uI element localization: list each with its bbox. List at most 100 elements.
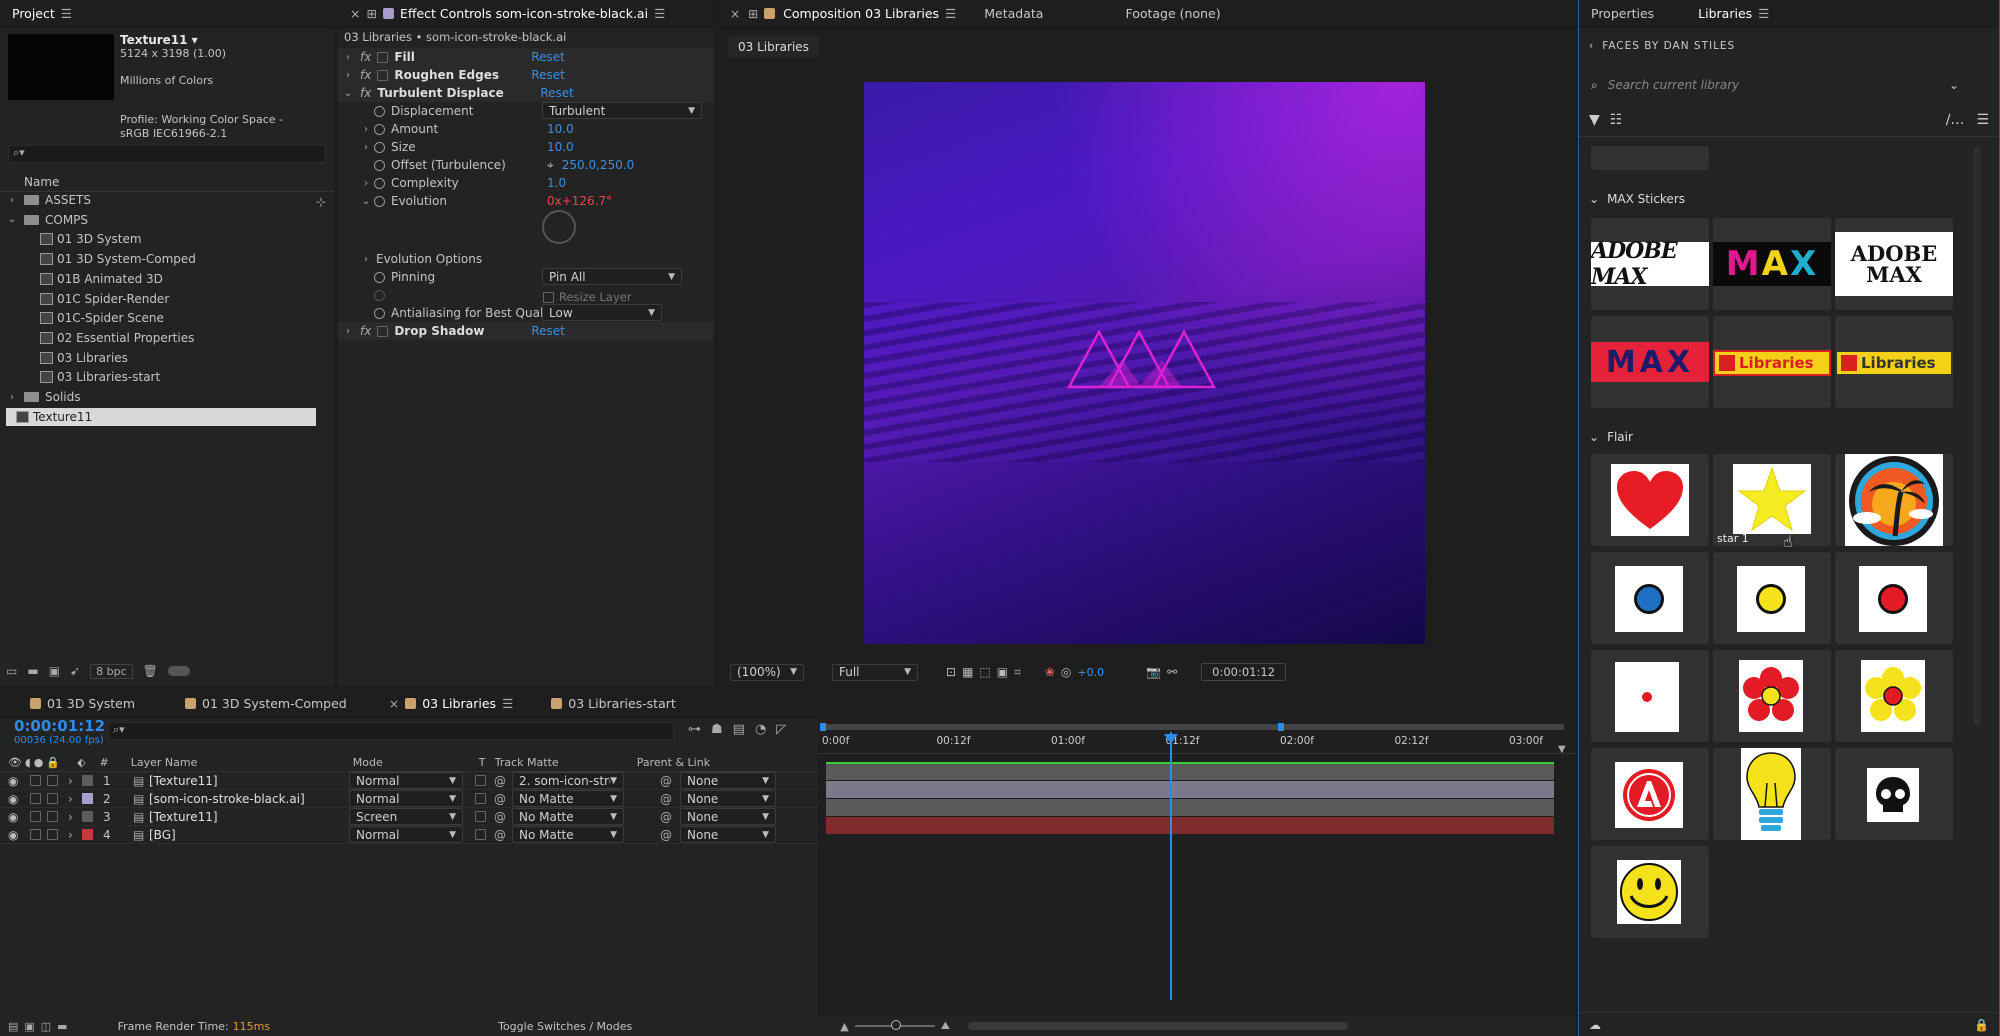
- panel-menu-icon[interactable]: ☰: [61, 6, 72, 21]
- layer-row[interactable]: ◉ › 4 ▤ [BG] Normal ▼ @ No Matte ▼ @ None ▼: [0, 826, 820, 844]
- parent-dropdown[interactable]: None ▼: [680, 808, 776, 825]
- chevron-right-icon[interactable]: ›: [360, 254, 372, 265]
- zoom-in-icon[interactable]: ⛰: [941, 1019, 950, 1033]
- flair-palm-badge[interactable]: [1835, 454, 1953, 546]
- pickwhip-icon[interactable]: @: [660, 810, 672, 824]
- tab-footage[interactable]: Footage (none): [1125, 6, 1220, 21]
- preserve-transparency-toggle[interactable]: [475, 775, 486, 786]
- sticker-libraries-1[interactable]: Libraries: [1713, 316, 1831, 408]
- flair-heart[interactable]: [1591, 454, 1709, 546]
- chevron-right-icon[interactable]: ›: [68, 774, 82, 788]
- panel-menu-icon[interactable]: ☰: [1758, 6, 1769, 21]
- stopwatch-icon[interactable]: [374, 271, 385, 283]
- new-folder-icon[interactable]: ▬: [27, 664, 38, 678]
- tab-01-3d-system[interactable]: 01 3D System: [30, 696, 135, 711]
- fx-icon[interactable]: fx: [360, 68, 371, 82]
- tab-project[interactable]: Project ☰: [12, 6, 72, 21]
- comp-flowchart-icon[interactable]: ⊶: [688, 722, 701, 737]
- parent-dropdown[interactable]: None ▼: [680, 772, 776, 789]
- chevron-right-icon[interactable]: ›: [6, 392, 18, 403]
- parent-dropdown[interactable]: None ▼: [680, 790, 776, 807]
- track-matte-dropdown[interactable]: No Matte ▼: [512, 826, 624, 843]
- work-area-end-handle[interactable]: [1278, 723, 1284, 731]
- visibility-icon[interactable]: ◉: [8, 792, 30, 806]
- chevron-down-icon[interactable]: ⌄: [1949, 78, 1959, 92]
- layer-bar-3[interactable]: [826, 799, 1554, 816]
- toggle-switches-button[interactable]: Toggle Switches / Modes: [498, 1020, 632, 1033]
- evolution-options[interactable]: › Evolution Options: [338, 250, 714, 268]
- tab-composition[interactable]: Composition 03 Libraries ☰: [783, 6, 956, 21]
- color-channel-icon[interactable]: ❀: [1045, 665, 1055, 679]
- bpc-button[interactable]: 8 bpc: [90, 663, 133, 679]
- filter-icon[interactable]: ▼: [1589, 112, 1600, 128]
- shy-layers-icon[interactable]: ☗: [711, 722, 723, 737]
- sticker-max-red[interactable]: MAX: [1591, 316, 1709, 408]
- flair-yellow-dot[interactable]: [1713, 552, 1831, 644]
- project-item[interactable]: 03 Libraries: [0, 349, 334, 367]
- layer-bar-4[interactable]: [826, 817, 1554, 834]
- tab-metadata[interactable]: Metadata: [984, 6, 1043, 21]
- project-item[interactable]: › Solids: [0, 388, 334, 406]
- chevron-down-icon[interactable]: ⌄: [360, 196, 372, 207]
- layer-name[interactable]: [BG]: [149, 828, 349, 842]
- chevron-right-icon[interactable]: ›: [342, 52, 354, 63]
- complexity-value[interactable]: 1.0: [547, 176, 566, 190]
- effect-drop-shadow[interactable]: › fx Drop Shadow Reset: [338, 322, 714, 340]
- file-name[interactable]: Texture11 ▾: [120, 33, 198, 47]
- visibility-icon[interactable]: ◉: [8, 774, 30, 788]
- layer-name[interactable]: [Texture11]: [149, 774, 349, 788]
- layer-name[interactable]: [som-icon-stroke-black.ai]: [149, 792, 349, 806]
- project-search-input[interactable]: ⌕▾: [8, 145, 326, 163]
- snapshot-icon[interactable]: 📷: [1146, 665, 1161, 679]
- chevron-right-icon[interactable]: ›: [360, 178, 372, 189]
- layer-row[interactable]: ◉ › 2 ▤ [som-icon-stroke-black.ai] Normal ▼ @ No…: [0, 790, 820, 808]
- time-ruler[interactable]: 0:00f 00:12f 01:00f 01:12f 02:00f 02:12f 03:00…: [818, 732, 1576, 754]
- comp-canvas[interactable]: [864, 82, 1425, 644]
- chevron-right-icon[interactable]: ›: [68, 792, 82, 806]
- sticker-libraries-2[interactable]: Libraries: [1835, 316, 1953, 408]
- zoom-slider-thumb[interactable]: [890, 1020, 901, 1030]
- flair-red-flower[interactable]: [1713, 650, 1831, 742]
- solo-toggle[interactable]: [30, 829, 41, 840]
- reset-button[interactable]: Reset: [531, 68, 565, 82]
- zoom-slider[interactable]: [854, 1020, 935, 1030]
- interpret-footage-icon[interactable]: ▭: [6, 664, 17, 678]
- flow-toggle[interactable]: [167, 666, 190, 676]
- show-snapshot-icon[interactable]: ⚯: [1167, 665, 1177, 679]
- effect-roughen-edges[interactable]: › fx Roughen Edges Reset: [338, 66, 714, 84]
- view-mode-icon[interactable]: ∕…: [1946, 112, 1965, 128]
- new-comp-icon[interactable]: ▣: [49, 664, 60, 678]
- project-item[interactable]: 01C Spider-Render: [0, 290, 334, 308]
- flair-skull[interactable]: [1835, 748, 1953, 840]
- tab-03-libraries[interactable]: × 03 Libraries ☰: [389, 696, 514, 711]
- timeline-timecode[interactable]: 0:00:01:12: [14, 717, 105, 735]
- reset-button[interactable]: Reset: [540, 86, 574, 100]
- project-item[interactable]: ⌄ COMPS: [0, 211, 334, 229]
- stopwatch-icon[interactable]: [374, 195, 385, 207]
- label-color[interactable]: [82, 811, 93, 822]
- layer-name[interactable]: [Texture11]: [149, 810, 349, 824]
- color-management-icon[interactable]: ◎: [1061, 665, 1071, 679]
- crosshair-icon[interactable]: ⌖: [547, 158, 554, 173]
- comp-subtab[interactable]: 03 Libraries: [728, 36, 819, 58]
- footer-icons[interactable]: ▤▣◫▬: [8, 1020, 74, 1033]
- layer-bar-1[interactable]: [826, 762, 1554, 780]
- matte-link-icon[interactable]: @: [494, 774, 506, 788]
- render-queue-icon[interactable]: ➹: [70, 664, 80, 678]
- motion-blur-icon[interactable]: ◔: [755, 722, 766, 737]
- evolution-value[interactable]: 0x+126.7°: [547, 194, 612, 208]
- name-column-header[interactable]: Name: [0, 172, 334, 192]
- project-item[interactable]: 02 Essential Properties: [0, 329, 334, 347]
- playhead[interactable]: [1170, 732, 1172, 1000]
- mode-dropdown[interactable]: Normal ▼: [349, 826, 463, 843]
- resolution-dropdown[interactable]: Full ▼: [832, 663, 918, 681]
- chevron-right-icon[interactable]: ›: [68, 828, 82, 842]
- stopwatch-icon[interactable]: [374, 123, 385, 135]
- lock-icon[interactable]: ⊞: [366, 6, 376, 21]
- sort-icon[interactable]: ☷: [1610, 112, 1623, 128]
- panel-menu-icon[interactable]: ☰: [945, 6, 956, 21]
- flair-star[interactable]: star 1: [1713, 454, 1831, 546]
- matte-link-icon[interactable]: @: [494, 828, 506, 842]
- fx-icon[interactable]: fx: [360, 86, 371, 100]
- lock-toggle[interactable]: [47, 829, 58, 840]
